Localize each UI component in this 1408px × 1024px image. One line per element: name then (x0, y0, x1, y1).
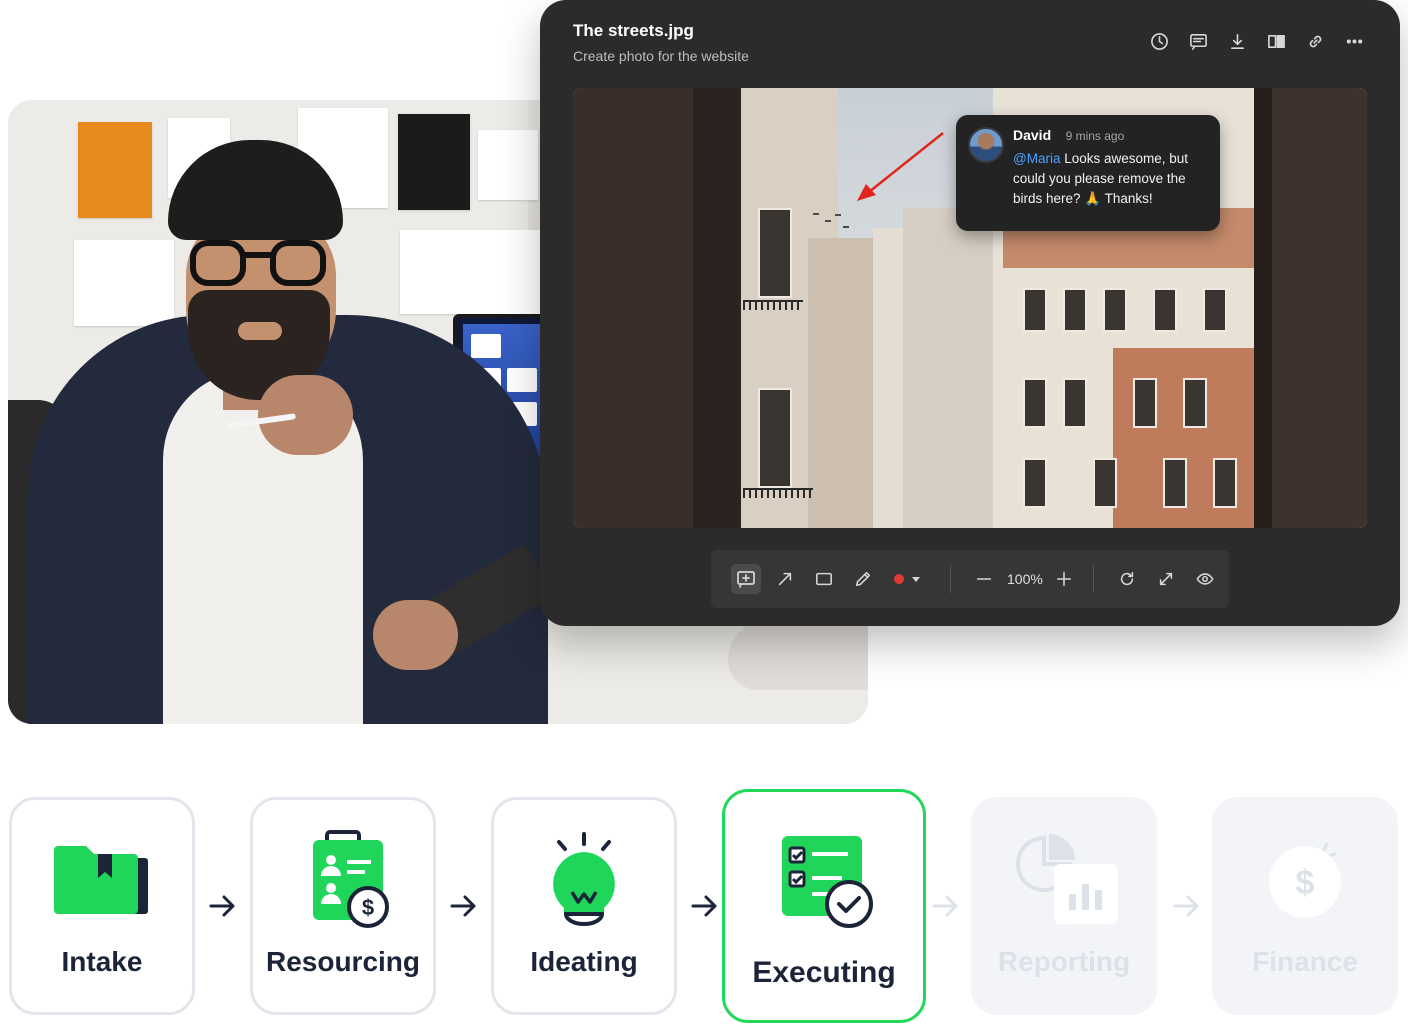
arrow-right-icon (932, 895, 958, 917)
fullscreen-icon[interactable] (1151, 564, 1181, 594)
checklist-icon (725, 832, 923, 928)
glasses-lens (190, 240, 246, 286)
proof-review-window: The streets.jpg Create photo for the web… (540, 0, 1400, 626)
divider (1092, 565, 1094, 593)
report-chart-icon (974, 830, 1154, 924)
poster (78, 122, 152, 218)
stage-intake[interactable]: Intake (9, 797, 195, 1015)
add-comment-icon[interactable] (731, 564, 761, 594)
lightbulb-icon (494, 830, 674, 926)
zoom-out-icon[interactable] (969, 564, 999, 594)
resource-icon: $ (253, 830, 433, 928)
image-canvas[interactable]: David 9 mins ago @Maria Looks awesome, b… (573, 88, 1367, 528)
poster (398, 114, 470, 210)
stage-label: Executing (752, 956, 896, 989)
poster (400, 230, 540, 314)
mention[interactable]: @Maria (1013, 151, 1060, 166)
arrow-right-icon (1173, 895, 1199, 917)
comment-text: @Maria Looks awesome, but could you plea… (1013, 149, 1206, 209)
download-icon[interactable] (1228, 32, 1247, 51)
glasses-lens (270, 240, 326, 286)
stage-label: Reporting (997, 946, 1131, 977)
link-icon[interactable] (1306, 32, 1325, 51)
annotation-toolbar: 100% (711, 550, 1229, 608)
poster (478, 130, 538, 200)
compare-icon[interactable] (1267, 32, 1286, 51)
glasses-bridge (244, 252, 272, 258)
arrow-right-icon (450, 895, 476, 917)
poster (74, 240, 174, 326)
file-title: The streets.jpg (573, 21, 694, 40)
stage-executing[interactable]: Executing (722, 789, 926, 1023)
finance-coin-icon: $ (1215, 836, 1395, 926)
zoom-in-icon[interactable] (1049, 564, 1079, 594)
rotate-icon[interactable] (1112, 564, 1142, 594)
more-icon[interactable] (1345, 32, 1364, 51)
pencil-tool-icon[interactable] (848, 564, 878, 594)
stage-ideating[interactable]: Ideating (491, 797, 677, 1015)
avatar (968, 127, 1004, 163)
color-picker[interactable] (887, 564, 927, 594)
stage-label: Resourcing (265, 946, 421, 977)
stage-label: Ideating (530, 946, 638, 977)
arrow-right-icon (691, 895, 717, 917)
shoe (728, 620, 868, 690)
window-actions (1150, 32, 1364, 51)
folder-icon (12, 830, 192, 920)
stage-label: Finance (1252, 946, 1358, 977)
hand (258, 375, 353, 455)
arrow-tool-icon[interactable] (770, 564, 800, 594)
svg-text:$: $ (1296, 864, 1315, 902)
color-swatch (894, 574, 904, 584)
chevron-down-icon (912, 576, 920, 582)
comment-time: 9 mins ago (1065, 129, 1125, 143)
stage-label: Intake (61, 946, 143, 977)
svg-text:$: $ (362, 895, 374, 920)
stage-resourcing[interactable]: $ Resourcing (250, 797, 436, 1015)
divider (950, 565, 951, 593)
zoom-level: 100% (1007, 571, 1043, 587)
comment-bubble[interactable]: David 9 mins ago @Maria Looks awesome, b… (956, 115, 1220, 231)
rectangle-tool-icon[interactable] (809, 564, 839, 594)
arrow-right-icon (209, 895, 235, 917)
stage-finance[interactable]: $ Finance (1212, 797, 1398, 1015)
comment-author: David (1013, 127, 1052, 143)
visibility-icon[interactable] (1190, 564, 1220, 594)
hand (373, 600, 458, 670)
file-subtitle: Create photo for the website (573, 48, 749, 64)
history-icon[interactable] (1150, 32, 1169, 51)
stage-reporting[interactable]: Reporting (971, 797, 1157, 1015)
mouth (238, 322, 282, 340)
comments-icon[interactable] (1189, 32, 1208, 51)
